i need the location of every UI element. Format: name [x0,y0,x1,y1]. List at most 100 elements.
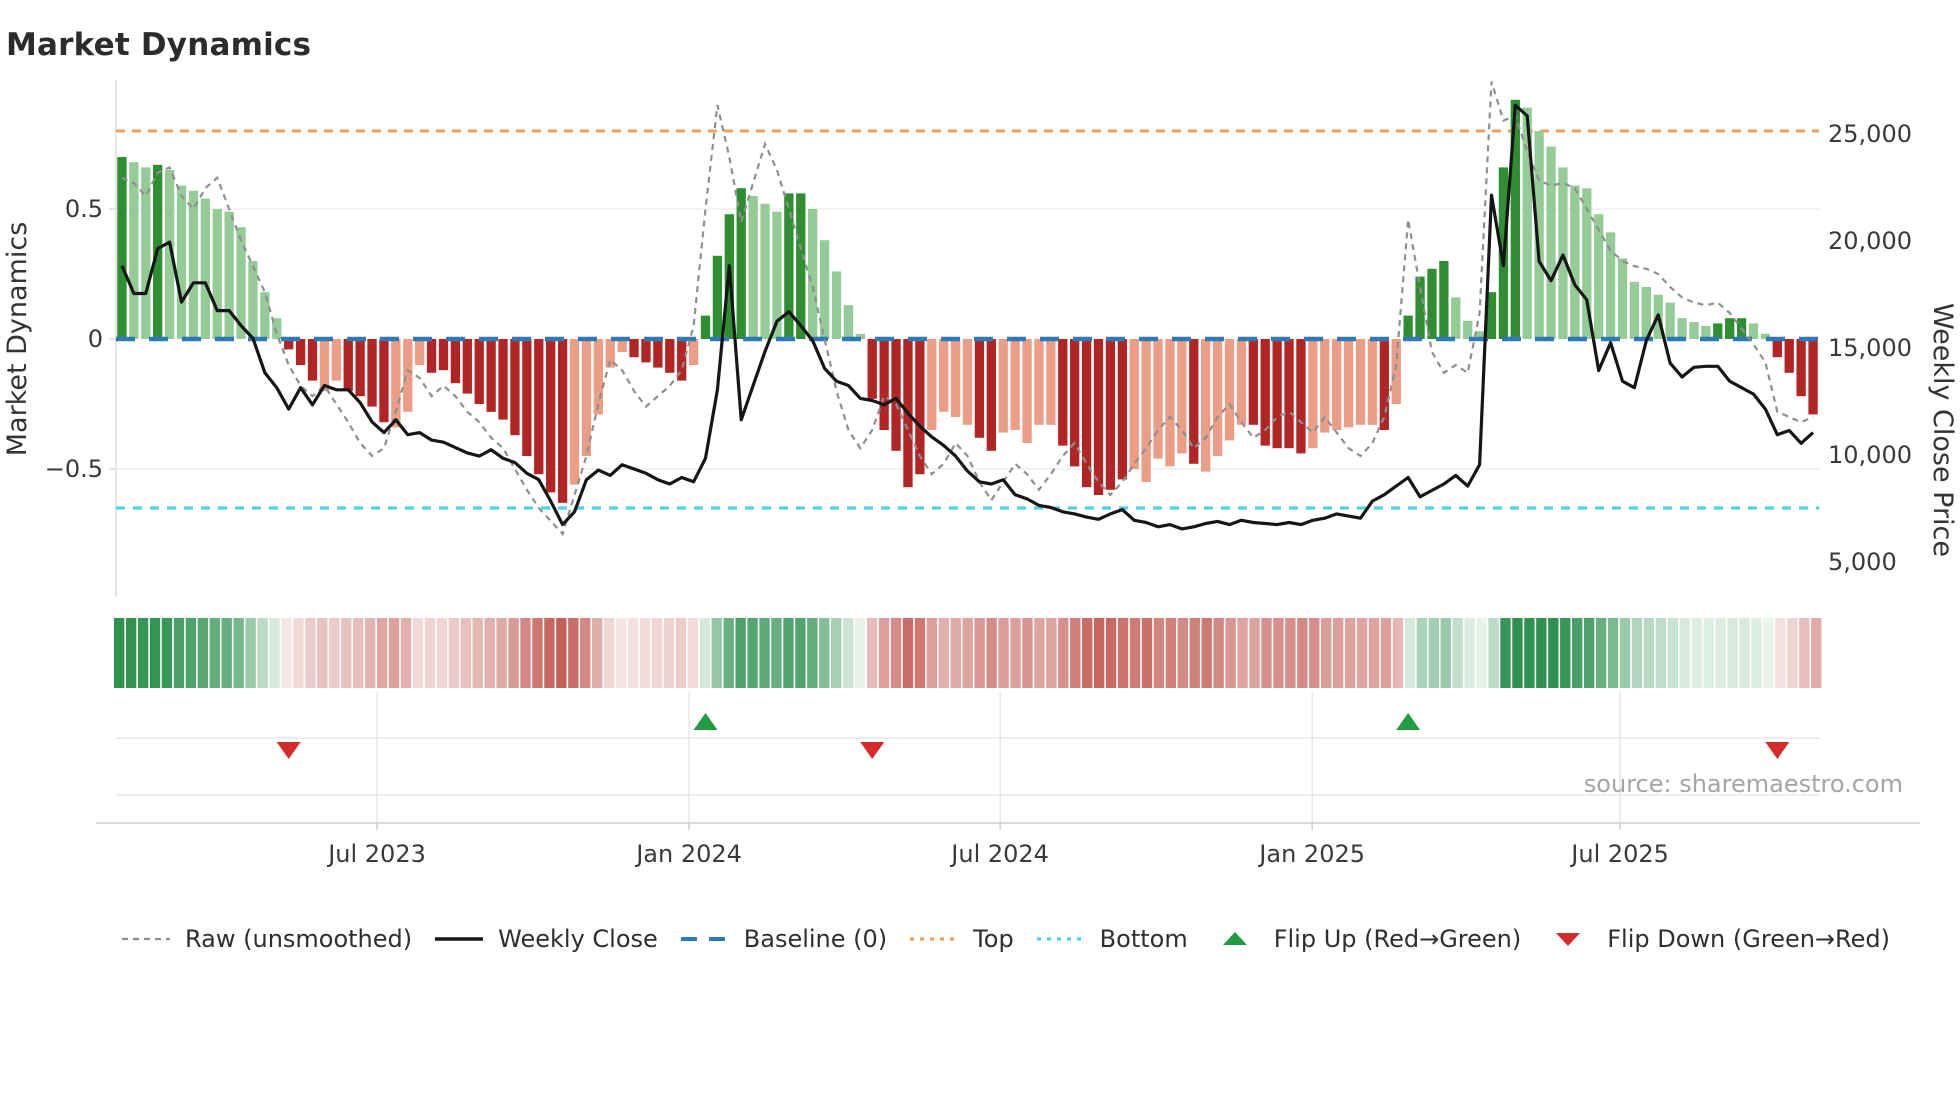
heatmap-cell [1679,618,1690,688]
heatmap-cell [843,618,854,688]
heatmap-cell [651,618,663,688]
heatmap-cell [1022,618,1033,688]
heatmap-cell [711,618,722,688]
dynamics-bar [534,339,544,475]
heatmap-cell [592,618,603,688]
heatmap-cell [914,618,926,688]
flip-up-swatch-icon [1222,932,1247,945]
dynamics-bar [1308,339,1318,449]
dynamics-bar [688,339,699,365]
flip-down-swatch-icon [1556,933,1581,946]
flip-down-marker [860,742,885,759]
dynamics-bar [498,339,508,420]
dynamics-bar [962,339,973,425]
dynamics-bar [1617,258,1628,339]
dynamics-bar [510,339,520,436]
dynamics-bar [1212,339,1223,456]
heatmap-cell [615,618,627,688]
heatmap-cell [747,618,758,688]
dynamics-bar [1546,146,1556,339]
heatmap-cell [1261,618,1272,688]
dynamics-bar [1463,320,1473,339]
dynamics-bar [367,339,377,407]
heatmap-cell [197,618,209,688]
heatmap-cell [317,618,328,688]
dynamics-bar [462,339,472,394]
dynamics-bar [891,339,901,451]
right-axis-label: Weekly Close Price [1927,302,1958,558]
heatmap-cell [926,618,938,688]
heatmap-cell [675,618,687,688]
x-axis-tick-label: Jul 2025 [1569,840,1669,868]
heatmap-cell [568,618,579,688]
dynamics-bar [1355,339,1366,425]
legend-label-flip-up: Flip Up (Red→Green) [1273,925,1522,953]
dynamics-bar [712,255,723,339]
close-swatch-icon [435,937,484,941]
dynamics-bar [1236,339,1247,425]
heatmap-cell [448,618,459,688]
heatmap-cell [938,618,949,688]
dynamics-bar [1224,339,1235,441]
heatmap-cell [1595,618,1607,688]
dynamics-bar [1594,214,1604,339]
heatmap-cell [735,618,746,688]
legend-item-flip-down: Flip Down (Green→Red) [1542,925,1890,953]
heatmap-cell [1129,618,1141,688]
heatmap-cell [364,618,376,688]
dynamics-bar [641,339,651,363]
heatmap-cell [496,618,507,688]
heatmap-cell [1273,618,1284,688]
heatmap-cell [1607,618,1619,688]
dynamics-bar [1034,339,1044,425]
heatmap-cell [221,618,232,688]
heatmap-cell [1811,618,1822,688]
dynamics-bar [450,339,461,384]
legend-label-top: Top [973,925,1014,953]
heatmap-cell [580,618,591,688]
heatmap-cell [998,618,1009,688]
raw-swatch-icon [122,937,170,941]
heatmap-cell [1548,618,1559,688]
dynamics-bar [307,339,318,381]
dynamics-bar [1165,339,1175,467]
dynamics-bar [939,339,949,412]
heatmap-cell [1440,618,1451,688]
chart-page: Market Dynamics 0.5 0 −0.5 25,000 20,000 15,0… [0,0,1960,1102]
heatmap-cell [1249,618,1260,688]
heatmap-cell [1464,618,1475,688]
heatmap-cell [269,618,280,688]
dynamics-bar [1451,297,1461,339]
heatmap-cell [1297,618,1308,688]
dynamics-bar [415,339,425,365]
heatmap-cell [807,618,818,688]
dynamics-bar [522,339,532,456]
heatmap-cell [1583,618,1595,688]
dynamics-bar [1343,339,1354,428]
heatmap-cell [508,618,519,688]
heatmap-cell [1428,618,1439,688]
heatmap-cell [1344,618,1356,688]
heatmap-cell [663,618,675,688]
dynamics-bar [1713,323,1723,339]
heatmap-cell [795,618,806,688]
heatmap-cell [1727,618,1738,688]
dynamics-bar [1391,339,1401,404]
heatmap-cell [986,618,997,688]
left-axis-tick-label: −0.5 [45,455,103,483]
heatmap-cell [353,618,364,688]
heatmap-cell [687,618,699,688]
heatmap-cell [1512,618,1523,688]
dynamics-bar [808,209,818,339]
heatmap-cell [1141,618,1153,688]
dynamics-bar [331,339,341,381]
dynamics-bar [986,339,996,451]
dynamics-bar [1093,339,1104,495]
heatmap-cell [1093,618,1105,688]
dynamics-bar [1427,268,1437,339]
heatmap-cell [125,618,137,688]
dynamics-bar [1153,339,1163,459]
legend-item-close: Weekly Close [433,925,658,953]
dynamics-bar [1296,339,1306,454]
left-axis-label: Market Dynamics [2,221,33,457]
